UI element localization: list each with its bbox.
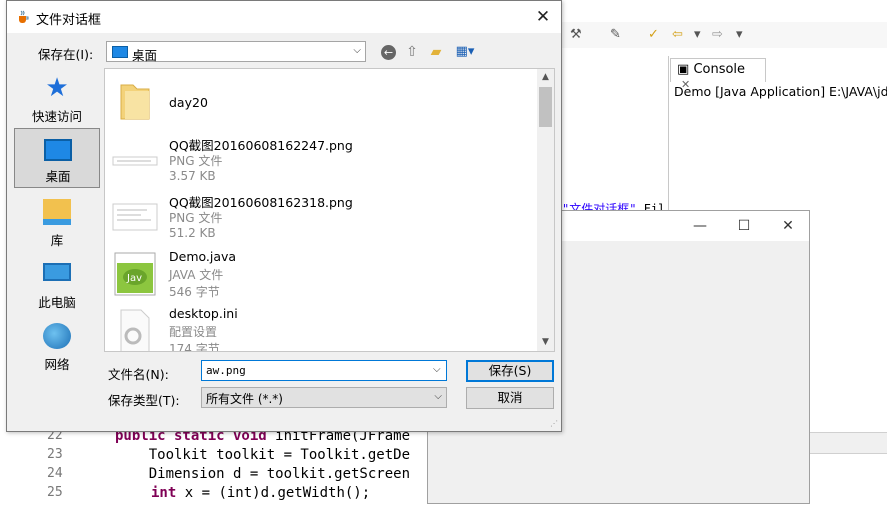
forward-arrow-icon[interactable]: ⇨ [712,27,723,42]
filetype-select[interactable]: 所有文件 (*.*) ⌵ [201,387,447,408]
chevron-down-icon[interactable]: ⌵ [433,364,441,375]
line-number: 25 [47,485,63,500]
computer-icon [43,263,71,281]
list-item[interactable]: Jav Demo.java JAVA 文件 546 字节 [111,245,531,301]
library-icon [43,199,71,225]
file-save-dialog: 文件对话框 ✕ 保存在(I): 桌面 ⌵ ← ⇧ ▰ ▦▾ ★ 快速访问 桌面 … [6,0,562,432]
file-name: Demo.java [169,249,237,264]
save-button[interactable]: 保存(S) [466,360,554,382]
filename-label: 文件名(N): [108,367,169,382]
java-cup-icon [19,10,29,23]
ide-toolbar: ⚒ ✎ ✓ ⇦ ▾ ⇨ ▾ [560,22,887,48]
vertical-scrollbar[interactable]: ▲ ▼ [537,69,554,351]
sidebar-item-quick-access[interactable]: ★ 快速访问 [14,69,100,129]
console-icon: ▣ [677,62,690,77]
file-size: 51.2 KB [169,226,216,240]
minimize-icon[interactable]: — [686,215,714,237]
code-text: Toolkit toolkit = Toolkit.getDe [115,447,411,463]
save-in-combo[interactable]: 桌面 ⌵ [106,41,366,63]
file-name: day20 [169,95,208,110]
image-thumbnail-icon [112,156,158,166]
dialog-title: 文件对话框 [36,13,102,28]
scroll-up-icon[interactable]: ▲ [537,69,554,86]
sidebar-item-libraries[interactable]: 库 [14,193,100,253]
file-size: 546 字节 [169,285,220,299]
file-type: PNG 文件 [169,211,223,225]
tab-console[interactable]: ▣ Console ✕ [670,58,766,91]
view-menu-icon[interactable]: ▦▾ [451,43,479,61]
toolbar-nav-icon[interactable]: ✎ [610,27,621,42]
file-name: desktop.ini [169,306,238,321]
file-type: JAVA 文件 [169,268,224,282]
place-label: 快速访问 [31,109,82,124]
code-text: Dimension d = toolkit.getScreen [115,466,411,482]
keyword: int [151,485,177,501]
back-arrow-icon[interactable]: ⇦ [672,27,683,42]
place-label: 库 [50,233,64,248]
line-number: 23 [47,447,63,462]
file-type: PNG 文件 [169,154,223,168]
resize-grip-icon[interactable]: ⋰ [550,419,558,428]
editor-scroll-strip [808,432,887,454]
chevron-down-icon[interactable]: ▾ [736,27,743,42]
up-folder-icon[interactable]: ⇧ [403,43,421,61]
image-thumbnail-icon [112,203,158,231]
code-editor[interactable]: 22 public static void initFrame(JFrame 2… [35,428,427,507]
console-tab-label: Console [693,62,746,77]
scroll-down-icon[interactable]: ▼ [537,334,554,351]
code-text: x = (int)d.getWidth(); [176,485,371,501]
file-list[interactable]: day20 QQ截图20160608162247.png PNG 文件 3.57… [104,68,555,352]
list-item[interactable]: desktop.ini 配置设置 174 字节 [111,302,531,352]
place-label: 此电脑 [38,295,76,310]
java-file-icon: Jav [114,252,156,296]
file-size: 3.57 KB [169,169,216,183]
toolbar-tool-icon[interactable]: ⚒ [570,27,582,42]
save-in-value: 桌面 [132,48,158,63]
desktop-icon [44,139,72,161]
console-output-line: Demo [Java Application] E:\JAVA\jdk [674,84,887,99]
toolbar-annotation-icon[interactable]: ✓ [648,27,659,42]
filetype-value: 所有文件 (*.*) [206,392,283,406]
folder-icon [120,84,150,120]
filetype-label: 保存类型(T): [108,393,180,408]
sidebar-item-desktop[interactable]: 桌面 [14,128,100,188]
list-item[interactable]: QQ截图20160608162247.png PNG 文件 3.57 KB [111,131,531,187]
places-bar: ★ 快速访问 桌面 库 此电脑 网络 [13,69,103,372]
chevron-down-icon[interactable]: ▾ [694,27,701,42]
chevron-down-icon: ⌵ [353,45,361,56]
chevron-down-icon: ⌵ [434,391,442,402]
star-icon: ★ [45,73,69,103]
new-folder-icon[interactable]: ▰ [427,43,445,61]
file-size: 174 字节 [169,342,220,352]
maximize-icon[interactable]: ☐ [730,215,758,237]
scrollbar-thumb[interactable] [539,87,552,127]
desktop-folder-icon [112,46,128,58]
file-type: 配置设置 [169,325,218,339]
filename-input[interactable]: aw.png [201,360,447,381]
sidebar-item-network[interactable]: 网络 [14,317,100,377]
sidebar-item-this-pc[interactable]: 此电脑 [14,255,100,315]
svg-text:Jav: Jav [126,273,142,284]
close-icon[interactable]: ✕ [774,215,802,237]
line-number: 24 [47,466,63,481]
network-icon [43,323,71,349]
close-icon[interactable]: ✕ [531,5,555,29]
dialog-titlebar[interactable]: 文件对话框 ✕ [7,1,561,33]
place-label: 网络 [44,357,70,372]
list-item[interactable]: QQ截图20160608162318.png PNG 文件 51.2 KB [111,188,531,244]
save-in-label: 保存在(I): [38,47,94,62]
back-icon[interactable]: ← [381,45,396,60]
settings-file-icon [120,309,150,351]
cancel-button[interactable]: 取消 [466,387,554,409]
list-item[interactable]: day20 [111,73,531,129]
place-label: 桌面 [45,169,71,184]
